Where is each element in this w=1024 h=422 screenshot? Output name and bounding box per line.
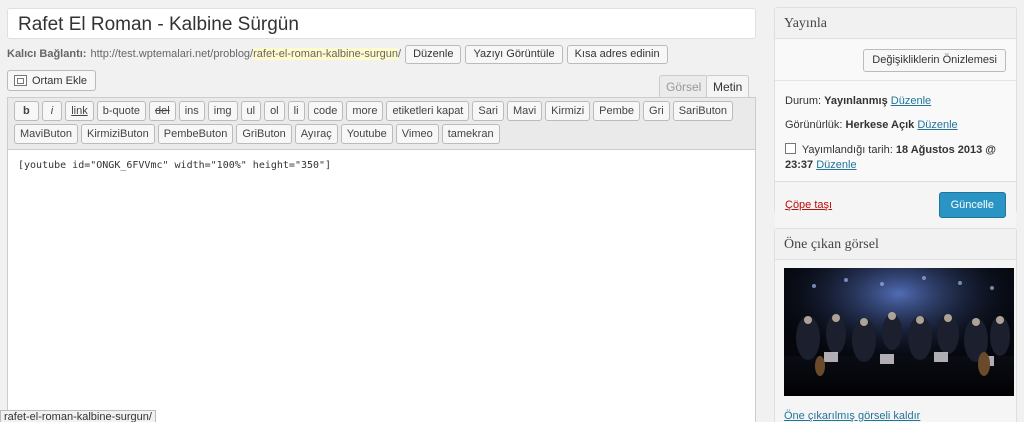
quicktag-etiketleri-kapat-button[interactable]: etiketleri kapat (386, 101, 470, 121)
featured-image-box: Öne çıkan görsel Öne çıkarılmış görseli … (774, 228, 1017, 422)
permalink-slug[interactable]: rafet-el-roman-kalbine-surgun (253, 48, 399, 60)
media-icon (14, 75, 27, 86)
tab-text[interactable]: Metin (706, 75, 750, 98)
visibility-value: Herkese Açık (845, 119, 915, 131)
quicktag-kirmizi-button[interactable]: Kirmizi (545, 101, 591, 121)
status-value: Yayınlanmış (824, 95, 888, 107)
quicktag-b-quote-button[interactable]: b-quote (96, 101, 147, 121)
quicktag-b-button[interactable]: b (14, 101, 39, 121)
featured-image-thumbnail[interactable] (784, 268, 1014, 396)
preview-changes-button[interactable]: Değişikliklerin Önizlemesi (863, 49, 1006, 72)
edit-status-link[interactable]: Düzenle (891, 95, 931, 107)
content-textarea[interactable]: [youtube id="ONGK_6FVVmc" width="100%" h… (8, 150, 755, 181)
post-title-input[interactable]: Rafet El Roman - Kalbine Sürgün (7, 8, 756, 39)
edit-visibility-link[interactable]: Düzenle (917, 119, 957, 131)
quicktag-youtube-button[interactable]: Youtube (340, 124, 393, 144)
quicktag-img-button[interactable]: img (207, 101, 238, 121)
view-post-button[interactable]: Yazıyı Görüntüle (465, 44, 563, 64)
date-row: Yayımlandığı tarih: 18 Ağustos 2013 @ 23… (785, 137, 1006, 179)
quicktag-link-button[interactable]: link (65, 101, 94, 121)
quicktags-toolbar: b i link b-quote del ins img ul ol li code more etik… (8, 98, 755, 150)
featured-heading: Öne çıkan görsel (775, 229, 1016, 260)
publish-box: Yayınla Değişikliklerin Önizlemesi Durum… (774, 7, 1017, 228)
link-status-bar: rafet-el-roman-kalbine-surgun/ (0, 410, 156, 422)
date-value: 18 Ağustos 2013 @ (895, 144, 997, 156)
quicktag-tamekran-button[interactable]: tamekran (441, 124, 500, 144)
quicktag-i-button[interactable]: i (41, 101, 63, 121)
status-row: Durum: Yayınlanmış Düzenle (785, 89, 1006, 113)
time-value: 23:37 (785, 159, 814, 171)
update-button[interactable]: Güncelle (938, 192, 1006, 218)
visibility-row: Görünürlük: Herkese Açık Düzenle (785, 113, 1006, 137)
quicktag-ul-button[interactable]: ul (240, 101, 262, 121)
quicktag-mavi-button[interactable]: Mavi (506, 101, 543, 121)
add-media-button[interactable]: Ortam Ekle (7, 70, 97, 91)
edit-date-link[interactable]: Düzenle (816, 159, 856, 171)
get-shortlink-button[interactable]: Kısa adres edinin (566, 44, 668, 64)
quicktag-sari-button[interactable]: Sari (472, 101, 504, 121)
quicktag-saributon-button[interactable]: SariButon (672, 101, 734, 121)
content-editor: b i link b-quote del ins img ul ol li code more etik… (7, 97, 756, 422)
permalink-tail: / (398, 48, 402, 60)
calendar-icon (785, 143, 796, 154)
add-media-label: Ortam Ekle (32, 74, 88, 87)
quicktag-del-button[interactable]: del (149, 101, 176, 121)
permalink-row: Kalıcı Bağlantı: http://test.wptemalari.… (7, 44, 668, 64)
move-to-trash-link[interactable]: Çöpe taşı (785, 199, 832, 211)
quicktag-ayıraç-button[interactable]: Ayıraç (294, 124, 338, 144)
date-label: Yayımlandığı tarih: (801, 144, 893, 156)
quicktag-code-button[interactable]: code (307, 101, 344, 121)
quicktag-gributon-button[interactable]: GriButon (236, 124, 292, 144)
quicktag-ins-button[interactable]: ins (178, 101, 205, 121)
tab-visual[interactable]: Görsel (659, 75, 709, 97)
edit-permalink-button[interactable]: Düzenle (405, 44, 462, 64)
quicktag-ol-button[interactable]: ol (264, 101, 285, 121)
concert-image (784, 268, 1014, 396)
quicktag-vimeo-button[interactable]: Vimeo (395, 124, 439, 144)
quicktag-more-button[interactable]: more (346, 101, 384, 121)
quicktag-li-button[interactable]: li (287, 101, 305, 121)
quicktag-kirmizibuton-button[interactable]: KirmiziButon (80, 124, 155, 144)
permalink-base: http://test.wptemalari.net/problog/ (90, 48, 254, 60)
remove-featured-image-link[interactable]: Öne çıkarılmış görseli kaldır (784, 410, 920, 422)
status-label: Durum: (785, 95, 822, 107)
visibility-label: Görünürlük: (785, 119, 843, 131)
permalink-label: Kalıcı Bağlantı: (7, 48, 87, 60)
quicktag-mavibuton-button[interactable]: MaviButon (14, 124, 78, 144)
quicktag-gri-button[interactable]: Gri (643, 101, 670, 121)
quicktag-pembe-button[interactable]: Pembe (593, 101, 641, 121)
publish-heading: Yayınla (775, 8, 1016, 39)
quicktag-pembebuton-button[interactable]: PembeButon (157, 124, 234, 144)
